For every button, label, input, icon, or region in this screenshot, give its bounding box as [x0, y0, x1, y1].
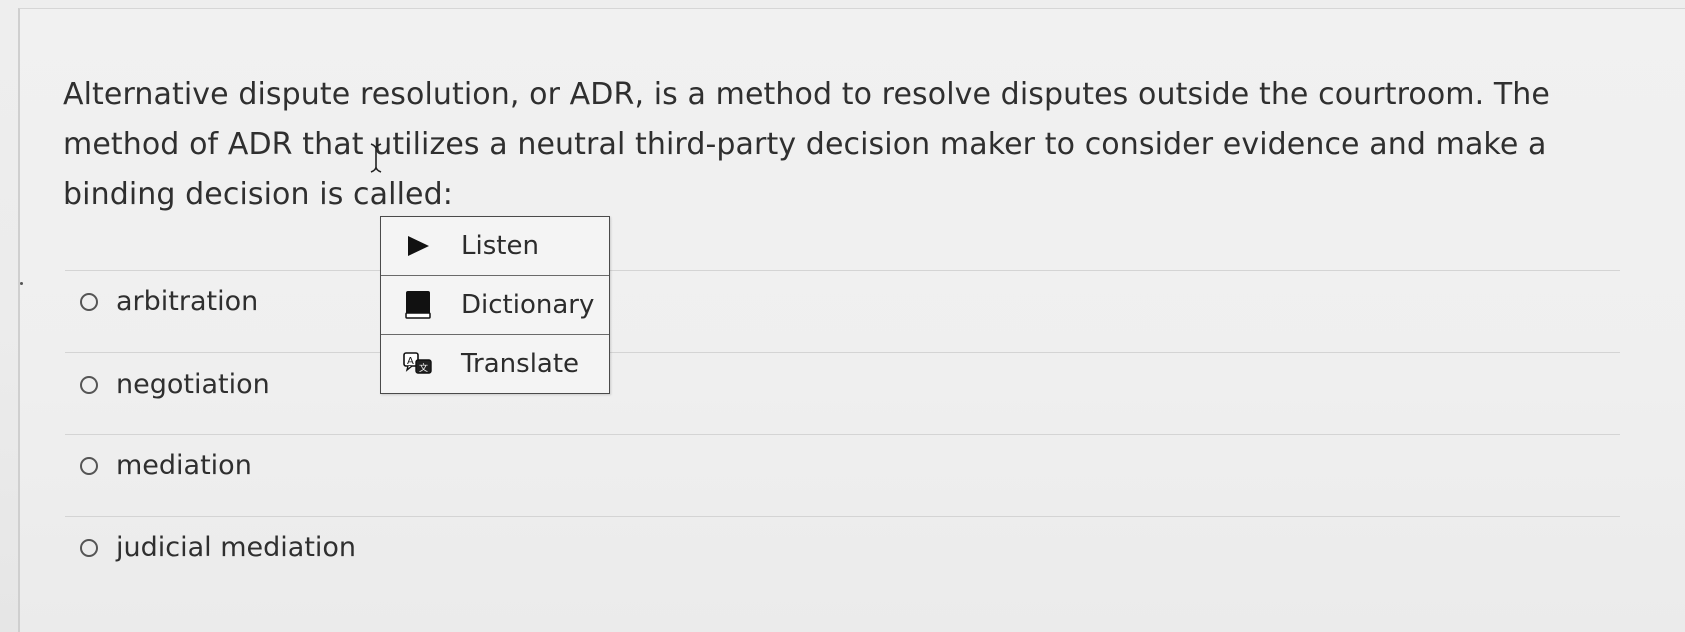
option-label: negotiation	[116, 369, 270, 400]
radio-button[interactable]	[80, 292, 98, 311]
translate-icon: A 文	[403, 349, 433, 379]
option-label: mediation	[116, 450, 252, 481]
option-judicial-mediation[interactable]: judicial mediation	[80, 532, 356, 563]
play-icon	[403, 231, 433, 261]
listen-menu-item[interactable]: Listen	[381, 217, 609, 276]
question-text: Alternative dispute resolution, or ADR, …	[63, 77, 1550, 212]
screen: Alternative dispute resolution, or ADR, …	[0, 0, 1685, 632]
svg-text:文: 文	[419, 362, 428, 374]
translate-menu-item[interactable]: A 文 Translate	[381, 335, 609, 393]
menu-item-label: Dictionary	[461, 290, 595, 320]
context-menu: Listen Dictionary A 文 Translate	[380, 216, 610, 394]
option-row: arbitration	[65, 270, 1620, 352]
option-label: arbitration	[116, 286, 259, 317]
radio-button[interactable]	[80, 456, 98, 475]
option-row: mediation	[65, 434, 1620, 516]
option-negotiation[interactable]: negotiation	[80, 369, 270, 400]
radio-button[interactable]	[80, 538, 98, 557]
svg-text:A: A	[407, 356, 414, 367]
menu-item-label: Listen	[461, 231, 539, 261]
option-row: negotiation	[65, 352, 1620, 434]
radio-button[interactable]	[80, 375, 98, 394]
option-label: judicial mediation	[116, 532, 357, 563]
option-arbitration[interactable]: arbitration	[80, 286, 258, 317]
menu-item-label: Translate	[461, 349, 580, 379]
book-icon	[403, 290, 433, 320]
dictionary-menu-item[interactable]: Dictionary	[381, 276, 609, 335]
edge-mark	[20, 282, 23, 285]
option-mediation[interactable]: mediation	[80, 450, 252, 481]
option-row: judicial mediation	[65, 516, 1620, 598]
text-cursor-icon	[370, 143, 382, 173]
